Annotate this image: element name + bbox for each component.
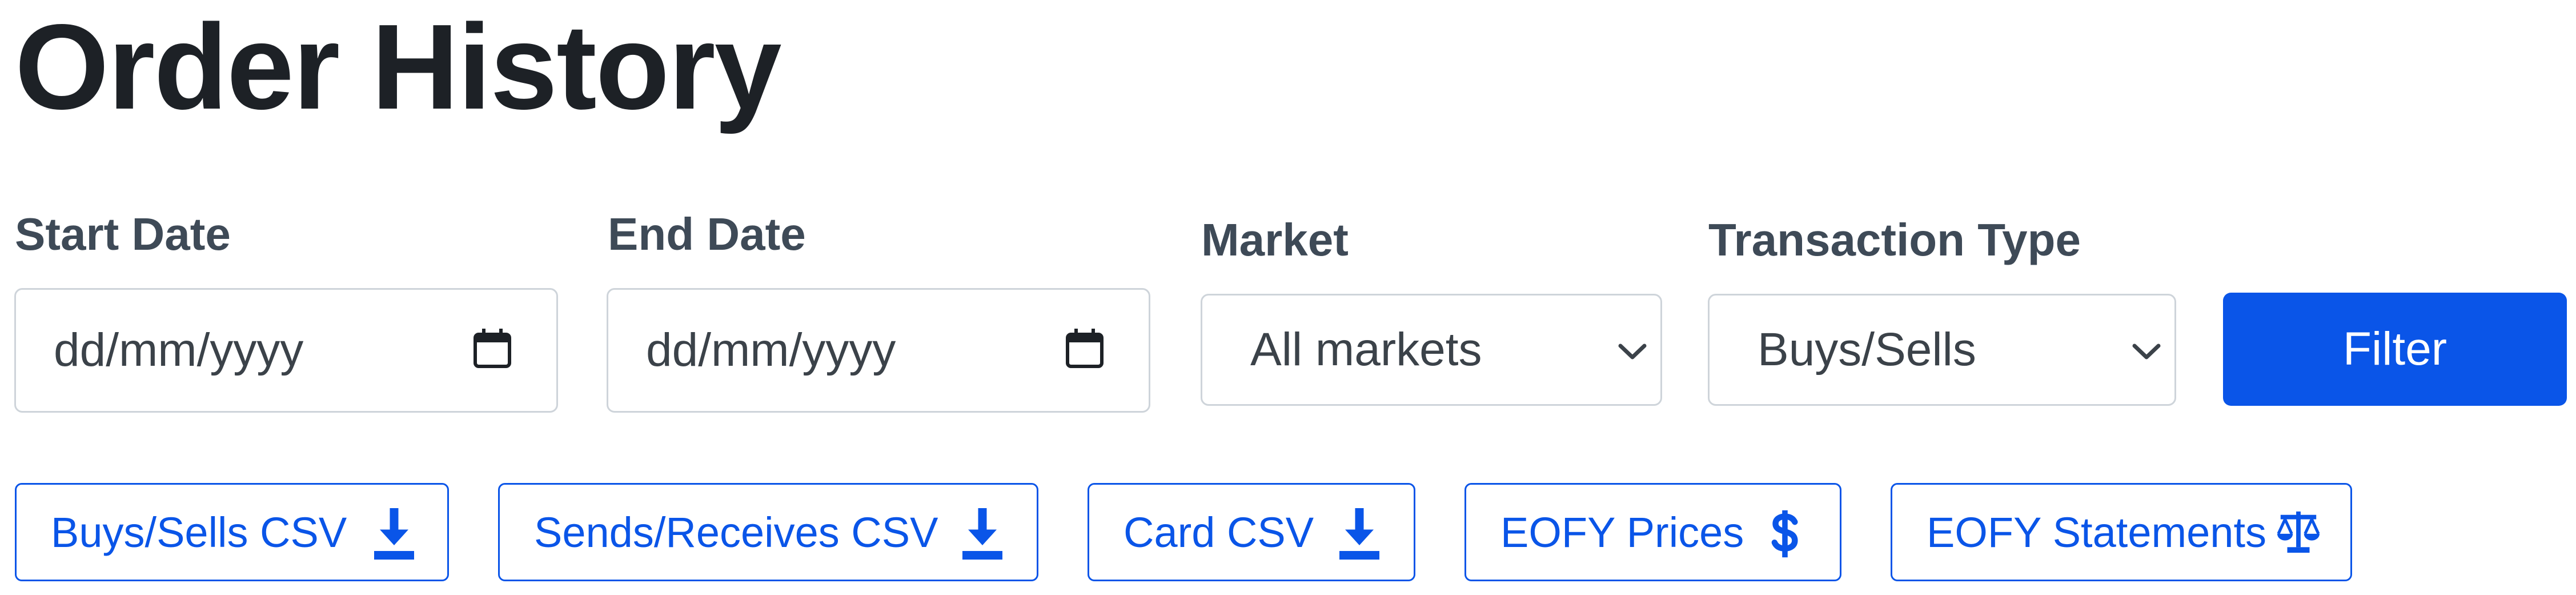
market-label: Market bbox=[1201, 214, 1349, 265]
end-date-input[interactable] bbox=[646, 324, 1046, 377]
sends-receives-csv-label: Sends/Receives CSV bbox=[534, 508, 938, 556]
eofy-statements-button[interactable]: EOFY Statements bbox=[1891, 483, 2352, 581]
chevron-down-icon bbox=[2132, 344, 2161, 360]
transaction-type-selected-value: Buys/Sells bbox=[1758, 324, 1976, 376]
filter-button[interactable]: Filter bbox=[2223, 293, 2567, 406]
calendar-icon[interactable] bbox=[1065, 328, 1104, 369]
chevron-down-icon bbox=[1618, 344, 1647, 360]
page-title: Order History bbox=[15, 0, 782, 134]
calendar-icon[interactable] bbox=[473, 328, 512, 369]
download-icon bbox=[962, 508, 1002, 560]
sends-receives-csv-button[interactable]: Sends/Receives CSV bbox=[498, 483, 1038, 581]
start-date-field[interactable] bbox=[14, 288, 558, 413]
end-date-field[interactable] bbox=[607, 288, 1150, 413]
download-icon bbox=[1339, 508, 1379, 560]
transaction-type-select[interactable]: Buys/Sells bbox=[1708, 294, 2176, 406]
eofy-statements-label: EOFY Statements bbox=[1927, 508, 2266, 556]
download-icon bbox=[374, 508, 414, 560]
dollar-icon bbox=[1771, 510, 1798, 558]
transaction-type-label: Transaction Type bbox=[1708, 214, 2081, 265]
start-date-input[interactable] bbox=[54, 324, 454, 377]
buys-sells-csv-label: Buys/Sells CSV bbox=[51, 508, 347, 556]
start-date-label: Start Date bbox=[15, 209, 231, 259]
market-select[interactable]: All markets bbox=[1201, 294, 1662, 406]
market-selected-value: All markets bbox=[1250, 324, 1482, 376]
card-csv-label: Card CSV bbox=[1124, 508, 1314, 556]
card-csv-button[interactable]: Card CSV bbox=[1088, 483, 1415, 581]
scales-icon bbox=[2277, 511, 2320, 553]
eofy-prices-button[interactable]: EOFY Prices bbox=[1464, 483, 1841, 581]
buys-sells-csv-button[interactable]: Buys/Sells CSV bbox=[15, 483, 449, 581]
end-date-label: End Date bbox=[608, 209, 806, 259]
filter-button-label: Filter bbox=[2342, 323, 2447, 375]
eofy-prices-label: EOFY Prices bbox=[1500, 508, 1744, 556]
